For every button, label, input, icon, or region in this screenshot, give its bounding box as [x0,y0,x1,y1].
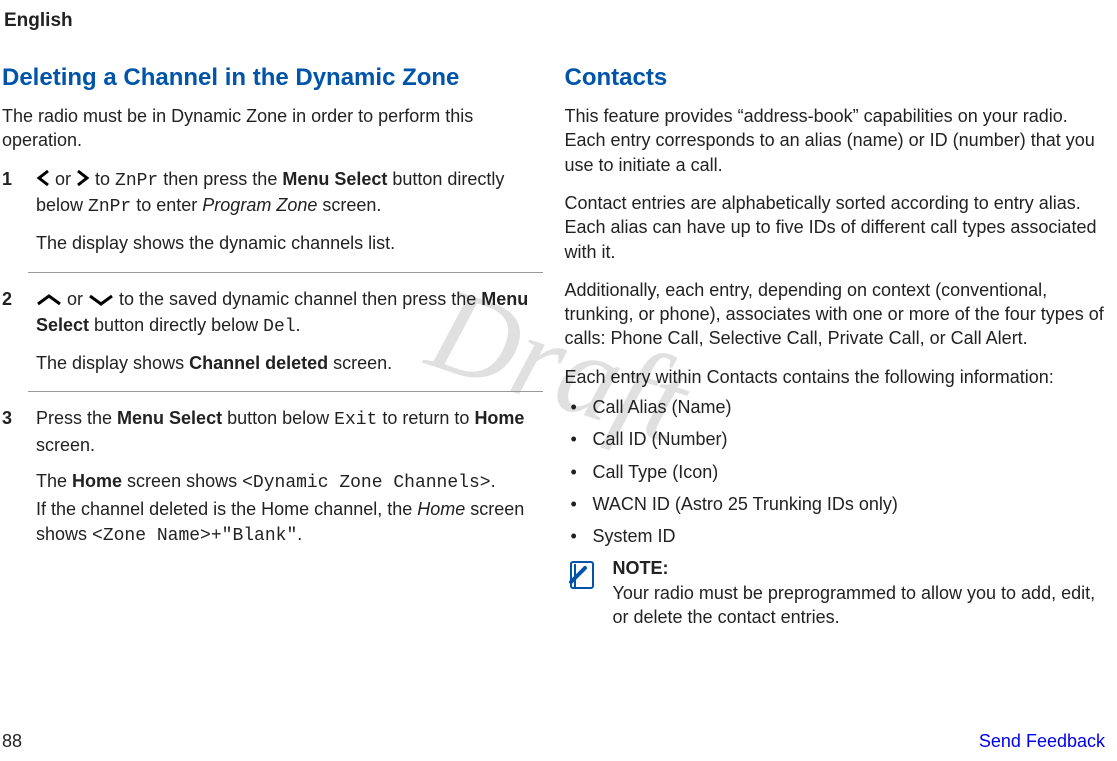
page-number: 88 [2,729,22,753]
step-3-line-1: Press the Menu Select button below Exit … [36,406,543,457]
step-1-line-2: The display shows the dynamic channels l… [36,231,543,255]
note-block: NOTE: Your radio must be preprogrammed t… [565,556,1106,629]
left-column: Deleting a Channel in the Dynamic Zone T… [2,62,543,630]
left-arrow-icon [36,169,50,193]
step-1: 1 or to ZnPr then press the Menu Select … [28,167,543,273]
step-3-number: 3 [2,406,12,430]
left-heading: Deleting a Channel in the Dynamic Zone [2,62,543,94]
step-3: 3 Press the Menu Select button below Exi… [28,406,543,563]
note-body: NOTE: Your radio must be preprogrammed t… [613,556,1106,629]
header-language: English [4,8,1105,34]
step-2-line-2: The display shows Channel deleted screen… [36,351,543,375]
note-title: NOTE: [613,556,1106,580]
send-feedback-link[interactable]: Send Feedback [979,729,1105,753]
list-item: Call ID (Number) [567,427,1106,451]
right-arrow-icon [76,169,90,193]
step-2-number: 2 [2,287,12,311]
right-p4: Each entry within Contacts contains the … [565,365,1106,389]
right-p1: This feature provides “address-book” cap… [565,104,1106,177]
step-2: 2 or to the saved dynamic channel then p… [28,287,543,393]
note-text: Your radio must be preprogrammed to allo… [613,581,1106,630]
step-2-line-1: or to the saved dynamic channel then pre… [36,287,543,340]
right-p2: Contact entries are alphabetically sorte… [565,191,1106,264]
step-3-line-3: If the channel deleted is the Home chann… [36,497,543,548]
left-intro: The radio must be in Dynamic Zone in ord… [2,104,543,153]
note-icon [565,558,599,598]
up-chevron-icon [36,289,62,313]
right-p3: Additionally, each entry, depending on c… [565,278,1106,351]
step-1-number: 1 [2,167,12,191]
right-heading: Contacts [565,62,1106,94]
step-1-line-1: or to ZnPr then press the Menu Select bu… [36,167,543,220]
bullet-list: Call Alias (Name) Call ID (Number) Call … [565,395,1106,548]
list-item: WACN ID (Astro 25 Trunking IDs only) [567,492,1106,516]
list-item: Call Type (Icon) [567,460,1106,484]
step-3-line-2: The Home screen shows <Dynamic Zone Chan… [36,469,543,495]
list-item: System ID [567,524,1106,548]
list-item: Call Alias (Name) [567,395,1106,419]
right-column: Contacts This feature provides “address-… [565,62,1106,630]
down-chevron-icon [88,289,114,313]
